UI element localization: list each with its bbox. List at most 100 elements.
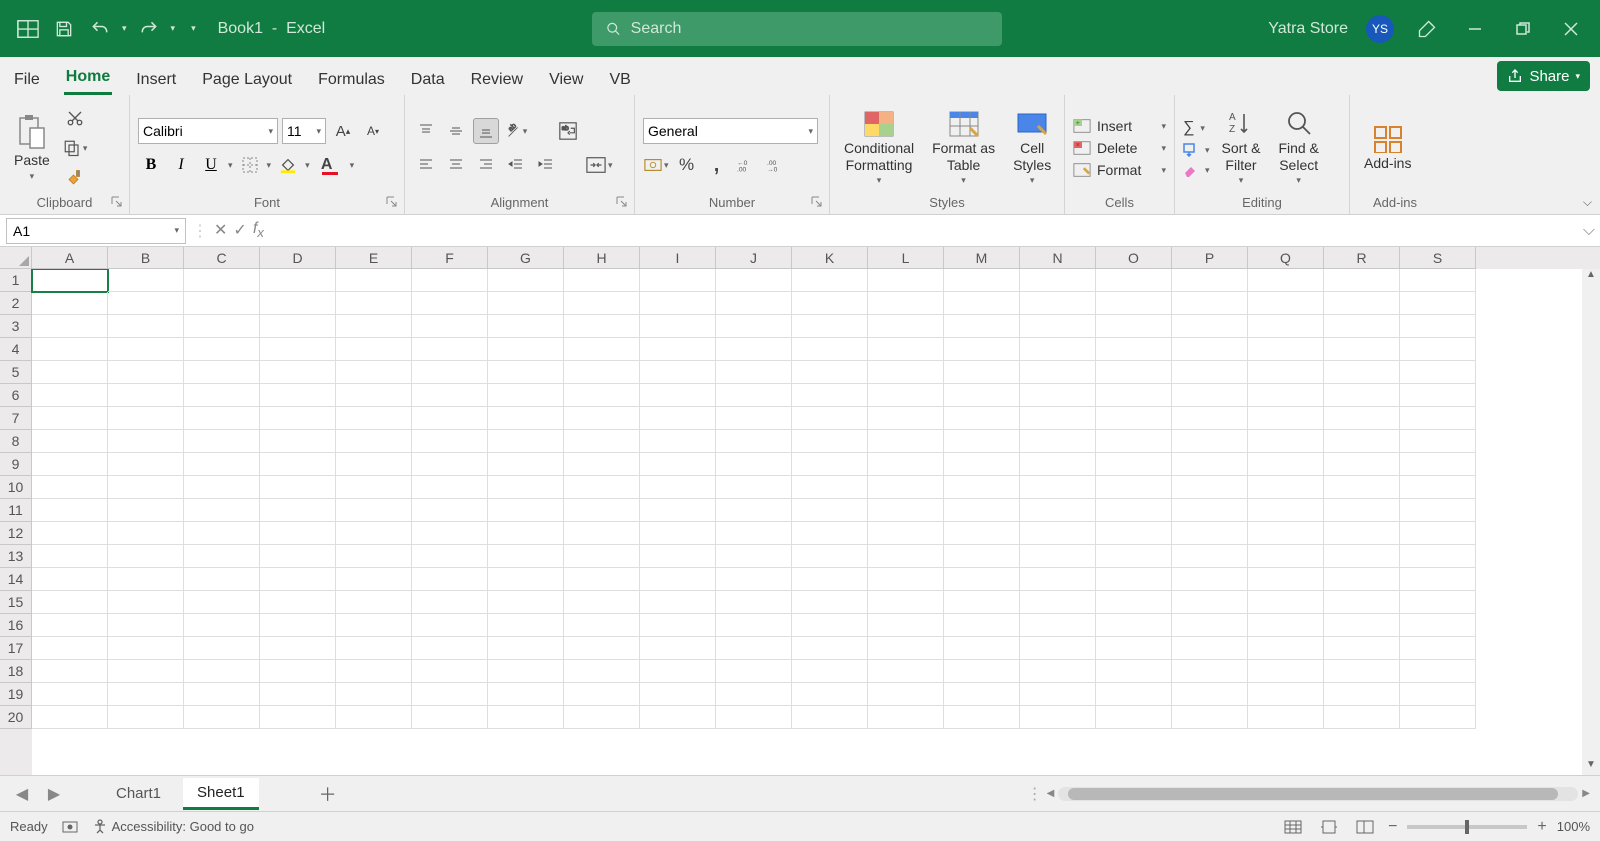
cell-A8[interactable] [32,430,108,453]
row-header-12[interactable]: 12 [0,522,32,545]
cell-H10[interactable] [564,476,640,499]
cell-F7[interactable] [412,407,488,430]
cell-E7[interactable] [336,407,412,430]
cell-O6[interactable] [1096,384,1172,407]
decrease-decimal-button[interactable]: .00→0 [764,152,790,178]
wrap-text-button[interactable]: ab [555,118,581,144]
cell-P12[interactable] [1172,522,1248,545]
column-header-B[interactable]: B [108,247,184,269]
cell-A2[interactable] [32,292,108,315]
cell-S11[interactable] [1400,499,1476,522]
collapse-ribbon-button[interactable]: ⌵ [1583,195,1592,210]
cell-F17[interactable] [412,637,488,660]
cell-C6[interactable] [184,384,260,407]
tab-page-layout[interactable]: Page Layout [200,63,294,95]
hscroll-left[interactable]: ◀ [1047,788,1055,799]
cell-Q16[interactable] [1248,614,1324,637]
cell-B10[interactable] [108,476,184,499]
zoom-in-button[interactable]: + [1537,818,1546,836]
accounting-format-button[interactable]: ▾ [643,152,670,178]
cell-G19[interactable] [488,683,564,706]
cell-D10[interactable] [260,476,336,499]
cell-A19[interactable] [32,683,108,706]
cell-E13[interactable] [336,545,412,568]
cell-I20[interactable] [640,706,716,729]
cell-D12[interactable] [260,522,336,545]
cell-B11[interactable] [108,499,184,522]
save-icon[interactable] [50,15,78,43]
row-header-20[interactable]: 20 [0,706,32,729]
row-header-4[interactable]: 4 [0,338,32,361]
cell-N11[interactable] [1020,499,1096,522]
cell-H15[interactable] [564,591,640,614]
cell-O7[interactable] [1096,407,1172,430]
cell-B1[interactable] [108,269,184,292]
user-avatar[interactable]: YS [1366,15,1394,43]
cell-Q4[interactable] [1248,338,1324,361]
cell-M19[interactable] [944,683,1020,706]
cell-Q1[interactable] [1248,269,1324,292]
undo-dropdown[interactable]: ▾ [122,23,127,34]
column-header-F[interactable]: F [412,247,488,269]
cell-I7[interactable] [640,407,716,430]
formula-input[interactable] [270,218,1578,244]
accessibility-status[interactable]: Accessibility: Good to go [92,819,254,835]
cell-B13[interactable] [108,545,184,568]
cell-Q12[interactable] [1248,522,1324,545]
cell-S3[interactable] [1400,315,1476,338]
cell-Q20[interactable] [1248,706,1324,729]
cell-F4[interactable] [412,338,488,361]
cell-J6[interactable] [716,384,792,407]
column-header-S[interactable]: S [1400,247,1476,269]
cell-H8[interactable] [564,430,640,453]
cell-G11[interactable] [488,499,564,522]
cell-I16[interactable] [640,614,716,637]
cell-G13[interactable] [488,545,564,568]
cell-K6[interactable] [792,384,868,407]
cell-C12[interactable] [184,522,260,545]
cell-P9[interactable] [1172,453,1248,476]
cell-G4[interactable] [488,338,564,361]
cell-L7[interactable] [868,407,944,430]
sheet-tab-chart1[interactable]: Chart1 [102,779,175,808]
cell-M8[interactable] [944,430,1020,453]
cell-I6[interactable] [640,384,716,407]
cell-B12[interactable] [108,522,184,545]
cell-F15[interactable] [412,591,488,614]
cell-F3[interactable] [412,315,488,338]
cell-K11[interactable] [792,499,868,522]
row-header-10[interactable]: 10 [0,476,32,499]
cell-F11[interactable] [412,499,488,522]
cell-E20[interactable] [336,706,412,729]
cell-N5[interactable] [1020,361,1096,384]
cell-L2[interactable] [868,292,944,315]
cell-I10[interactable] [640,476,716,499]
hscroll-right[interactable]: ▶ [1582,788,1590,799]
cell-A6[interactable] [32,384,108,407]
cell-S12[interactable] [1400,522,1476,545]
cell-L3[interactable] [868,315,944,338]
cell-D18[interactable] [260,660,336,683]
cell-F1[interactable] [412,269,488,292]
cell-O15[interactable] [1096,591,1172,614]
column-header-A[interactable]: A [32,247,108,269]
format-painter-button[interactable] [62,165,89,191]
cell-B5[interactable] [108,361,184,384]
cell-C17[interactable] [184,637,260,660]
paste-button[interactable]: Paste ▾ [8,101,56,195]
expand-formula-bar[interactable]: ⌵ [1578,222,1600,240]
cell-M14[interactable] [944,568,1020,591]
align-bottom-button[interactable] [473,118,499,144]
cell-E1[interactable] [336,269,412,292]
cell-R17[interactable] [1324,637,1400,660]
cancel-formula-button[interactable]: ✕ [214,220,227,240]
cell-P13[interactable] [1172,545,1248,568]
cell-S8[interactable] [1400,430,1476,453]
cell-H4[interactable] [564,338,640,361]
column-header-H[interactable]: H [564,247,640,269]
cell-C7[interactable] [184,407,260,430]
cell-N14[interactable] [1020,568,1096,591]
column-header-J[interactable]: J [716,247,792,269]
cell-C20[interactable] [184,706,260,729]
cell-M20[interactable] [944,706,1020,729]
